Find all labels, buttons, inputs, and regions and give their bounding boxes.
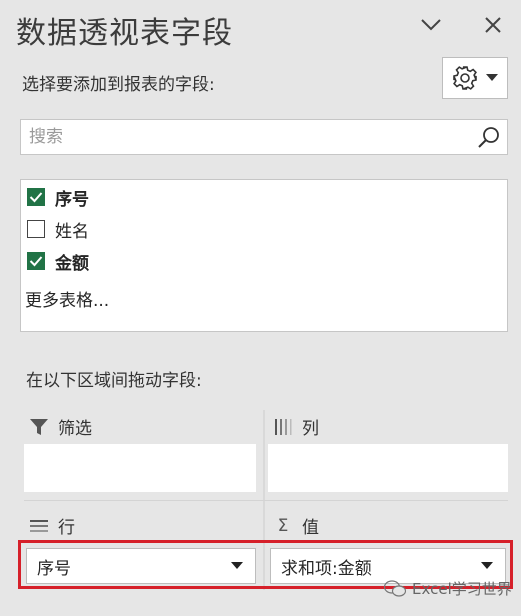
checkmark-icon bbox=[29, 192, 43, 203]
values-field-label: 求和项:金额 bbox=[281, 558, 372, 579]
search-input[interactable] bbox=[29, 120, 469, 154]
dropdown-arrow-icon bbox=[486, 74, 499, 81]
search-button[interactable] bbox=[477, 125, 501, 153]
filters-area-label: 筛选 bbox=[58, 419, 92, 439]
rows-area-label: 行 bbox=[58, 518, 75, 538]
field-item-xuhao[interactable]: 序号 bbox=[27, 183, 89, 211]
field-item-xingming[interactable]: 姓名 bbox=[27, 215, 89, 243]
field-checkbox[interactable] bbox=[27, 188, 45, 206]
rows-field-label: 序号 bbox=[37, 558, 71, 579]
area-divider-horizontal bbox=[24, 500, 508, 501]
columns-icon bbox=[272, 418, 294, 435]
field-list-settings-button[interactable] bbox=[442, 57, 508, 99]
values-area-label: 值 bbox=[302, 518, 319, 538]
rows-field-dropdown[interactable]: 序号 bbox=[26, 548, 256, 584]
search-icon bbox=[478, 127, 499, 148]
field-checkbox[interactable] bbox=[27, 220, 45, 238]
columns-area-header: 列 bbox=[272, 414, 319, 439]
columns-area-label: 列 bbox=[302, 419, 319, 439]
drag-areas-prompt: 在以下区域间拖动字段: bbox=[26, 371, 202, 391]
columns-drop-zone[interactable] bbox=[268, 444, 508, 492]
dropdown-arrow-icon bbox=[231, 562, 243, 569]
rows-area-header: 行 bbox=[28, 513, 75, 538]
field-checkbox[interactable] bbox=[27, 252, 45, 270]
filter-icon bbox=[28, 418, 50, 435]
watermark-text: Excel学习世界 bbox=[412, 580, 512, 598]
dropdown-arrow-icon bbox=[481, 562, 493, 569]
checkmark-icon bbox=[29, 256, 43, 267]
filters-drop-zone[interactable] bbox=[24, 444, 256, 492]
field-item-jine[interactable]: 金额 bbox=[27, 247, 89, 275]
close-icon bbox=[485, 17, 501, 33]
pane-options-button[interactable] bbox=[416, 10, 446, 40]
search-box bbox=[20, 119, 508, 155]
rows-icon bbox=[28, 519, 50, 533]
field-list: 序号 姓名 金额 更多表格... bbox=[20, 179, 508, 332]
more-tables-link[interactable]: 更多表格... bbox=[25, 286, 109, 311]
field-list-prompt: 选择要添加到报表的字段: bbox=[22, 75, 215, 95]
sigma-icon: Σ bbox=[277, 515, 289, 536]
chevron-down-icon bbox=[421, 19, 441, 31]
close-pane-button[interactable] bbox=[478, 10, 508, 40]
gear-icon bbox=[452, 66, 477, 90]
field-label: 序号 bbox=[55, 189, 89, 210]
filters-area-header: 筛选 bbox=[28, 414, 92, 439]
wechat-icon bbox=[384, 579, 406, 598]
field-label: 金额 bbox=[55, 253, 89, 274]
watermark: Excel学习世界 bbox=[384, 578, 512, 599]
pane-title: 数据透视表字段 bbox=[16, 16, 233, 51]
field-label: 姓名 bbox=[55, 221, 89, 242]
values-area-header: Σ 值 bbox=[272, 513, 319, 539]
